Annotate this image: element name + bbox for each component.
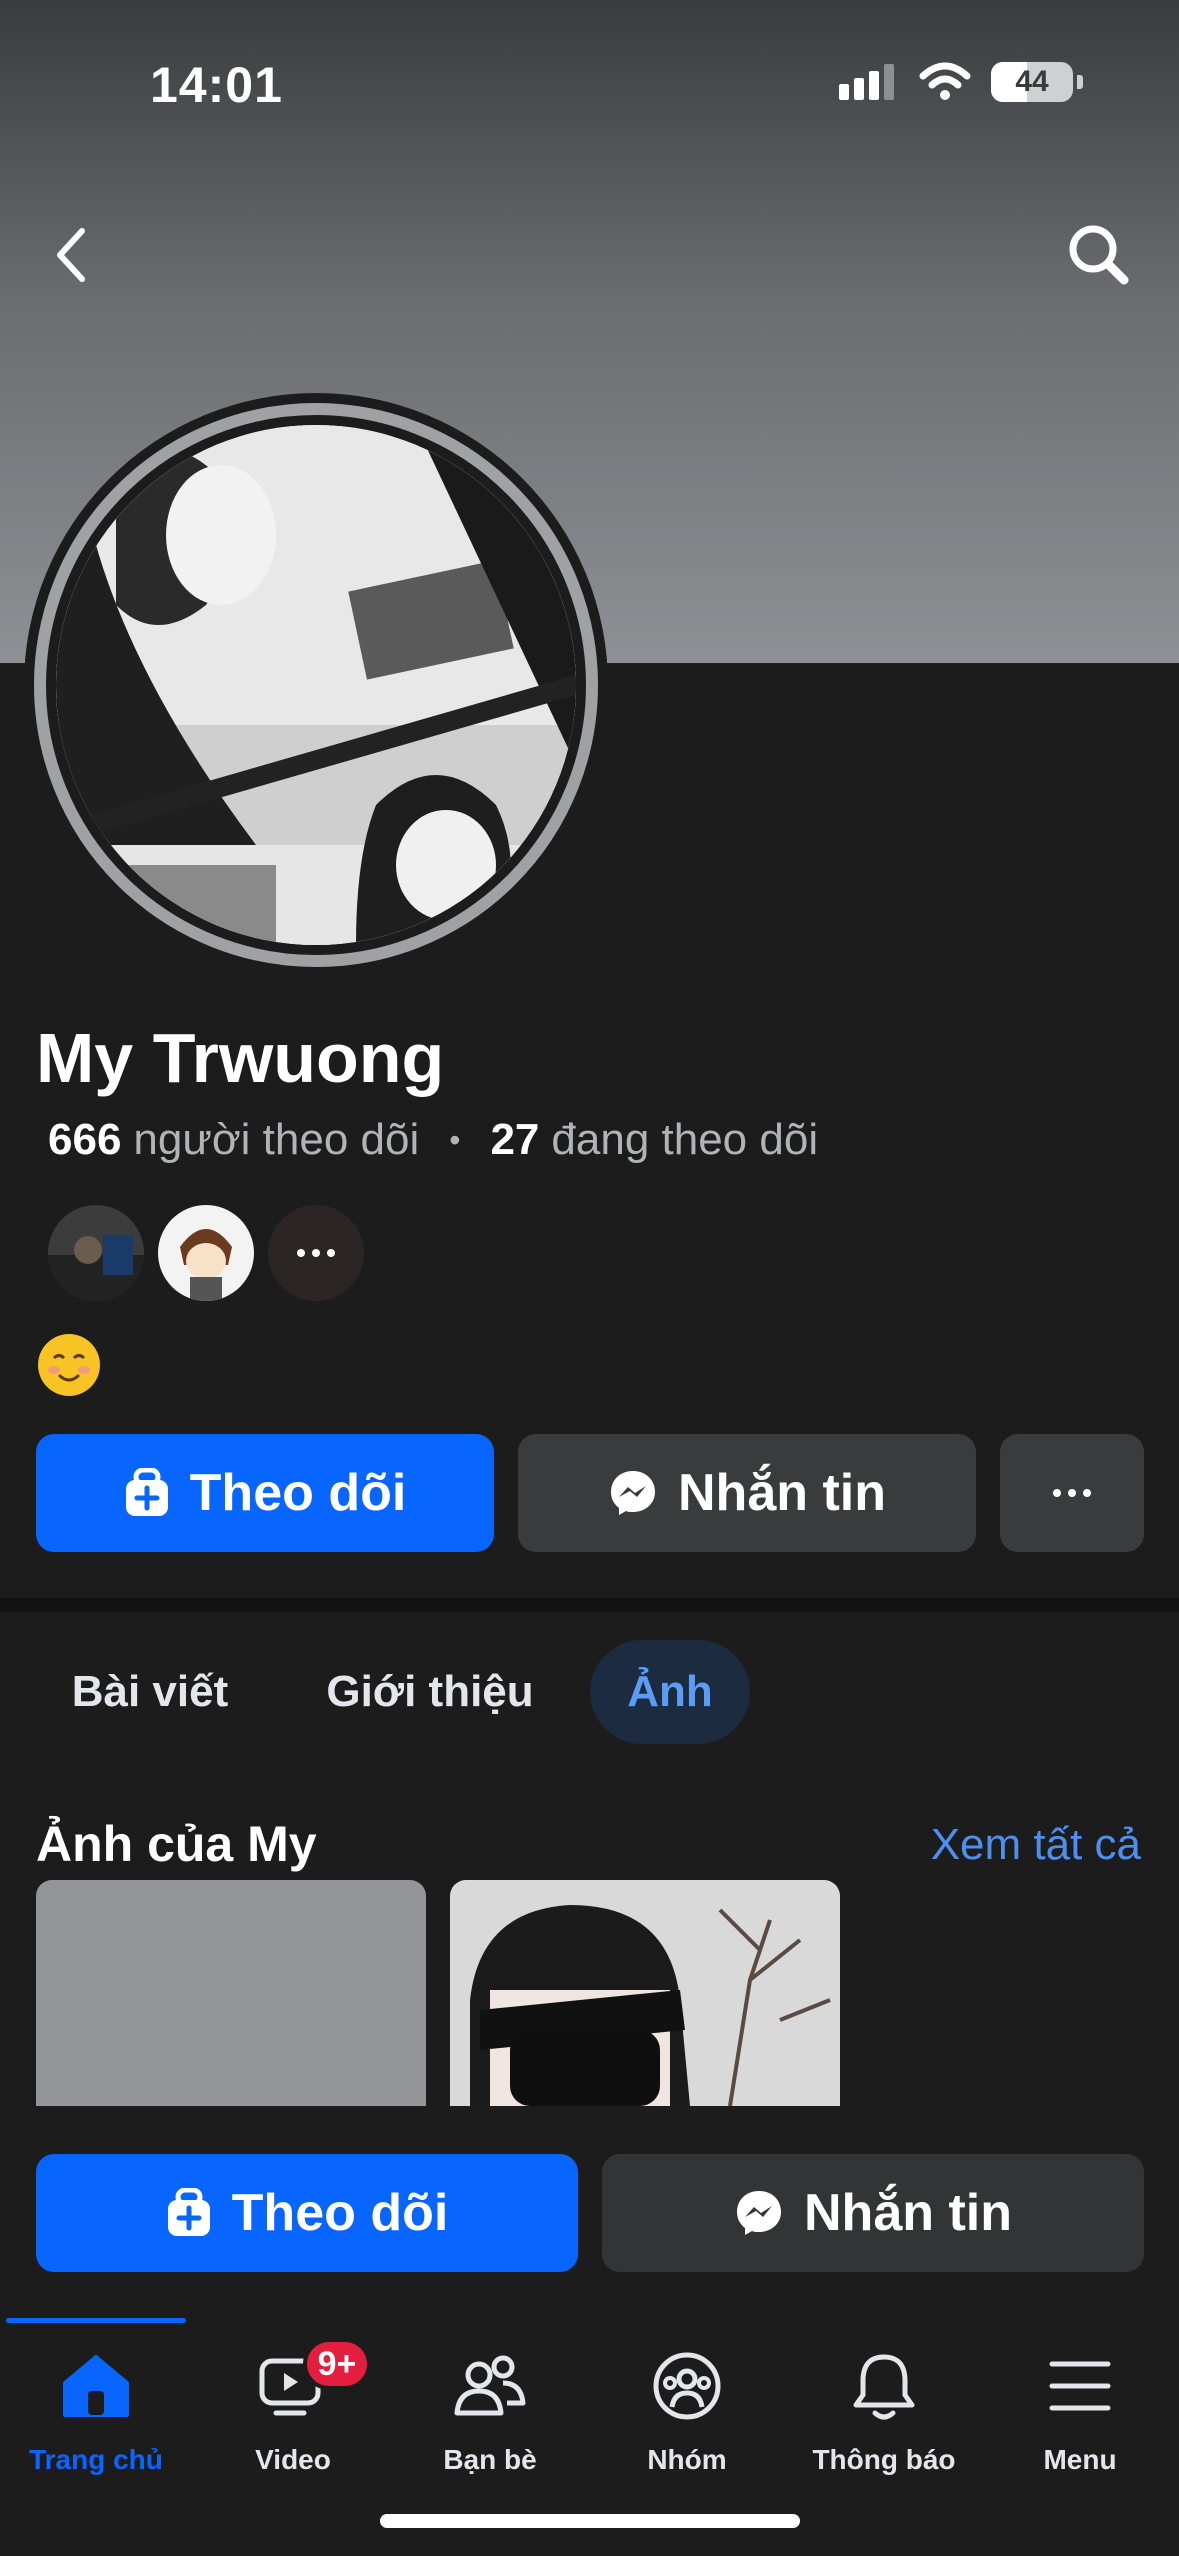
home-indicator xyxy=(380,2514,800,2528)
search-button[interactable] xyxy=(1059,220,1139,290)
status-icons: 44 xyxy=(839,62,1083,102)
cellular-signal-icon xyxy=(839,64,894,100)
more-icon xyxy=(297,1249,335,1257)
profile-name: My Trwuong xyxy=(36,1019,445,1097)
bell-icon xyxy=(853,2354,915,2420)
wifi-icon xyxy=(919,62,971,100)
mutual-friends[interactable] xyxy=(48,1205,364,1301)
video-badge: 9+ xyxy=(303,2338,371,2390)
tab-posts[interactable]: Bài viết xyxy=(40,1640,260,1744)
section-divider xyxy=(0,1598,1179,1612)
message-button[interactable]: Nhắn tin xyxy=(518,1434,976,1552)
tab-about[interactable]: Giới thiệu xyxy=(300,1640,560,1744)
profile-tabs: Bài viết Giới thiệu Ảnh xyxy=(0,1640,1179,1744)
follow-button[interactable]: Theo dõi xyxy=(36,1434,494,1552)
back-button[interactable] xyxy=(40,220,100,290)
bio-emoji xyxy=(38,1334,100,1396)
photo-thumbnail[interactable] xyxy=(36,1880,426,2106)
more-friends-button[interactable] xyxy=(268,1205,364,1301)
chevron-left-icon xyxy=(57,228,85,282)
avatar-photo xyxy=(56,425,576,945)
groups-icon xyxy=(653,2352,721,2420)
more-options-button[interactable] xyxy=(1000,1434,1144,1552)
messenger-icon xyxy=(737,2191,781,2235)
nav-home[interactable]: Trang chủ xyxy=(6,2348,186,2476)
nav-notifications[interactable]: Thông báo xyxy=(794,2348,974,2476)
follow-icon xyxy=(125,1468,168,1516)
menu-icon xyxy=(1049,2361,1111,2411)
nav-friends[interactable]: Bạn bè xyxy=(400,2348,580,2476)
friends-icon xyxy=(454,2355,526,2416)
active-tab-indicator xyxy=(6,2318,186,2323)
friend-avatar[interactable] xyxy=(48,1205,144,1301)
photos-section-title: Ảnh của My xyxy=(36,1816,317,1872)
nav-groups[interactable]: Nhóm xyxy=(597,2348,777,2476)
follow-icon xyxy=(167,2188,210,2236)
home-icon xyxy=(63,2355,129,2417)
profile-avatar[interactable] xyxy=(24,393,608,977)
more-icon xyxy=(1053,1489,1091,1497)
nav-video[interactable]: 9+ Video xyxy=(203,2338,383,2476)
sticky-message-button[interactable]: Nhắn tin xyxy=(602,2154,1144,2272)
photo-thumbnail[interactable] xyxy=(450,1880,840,2106)
nav-menu[interactable]: Menu xyxy=(990,2348,1170,2476)
following-link[interactable]: 27 đang theo dõi xyxy=(490,1115,818,1165)
tab-photos[interactable]: Ảnh xyxy=(590,1640,750,1744)
search-icon xyxy=(1069,225,1129,285)
status-time: 14:01 xyxy=(150,57,283,113)
see-all-photos-link[interactable]: Xem tất cả xyxy=(931,1820,1141,1870)
sticky-follow-button[interactable]: Theo dõi xyxy=(36,2154,578,2272)
followers-link[interactable]: 666 người theo dõi xyxy=(48,1115,419,1165)
follow-stats: 666 người theo dõi • 27 đang theo dõi xyxy=(48,1115,818,1165)
battery-icon: 44 xyxy=(991,62,1073,102)
battery-level: 44 xyxy=(1015,65,1049,98)
separator-dot: • xyxy=(449,1121,461,1158)
messenger-icon xyxy=(611,1471,655,1515)
friend-avatar[interactable] xyxy=(158,1205,254,1301)
